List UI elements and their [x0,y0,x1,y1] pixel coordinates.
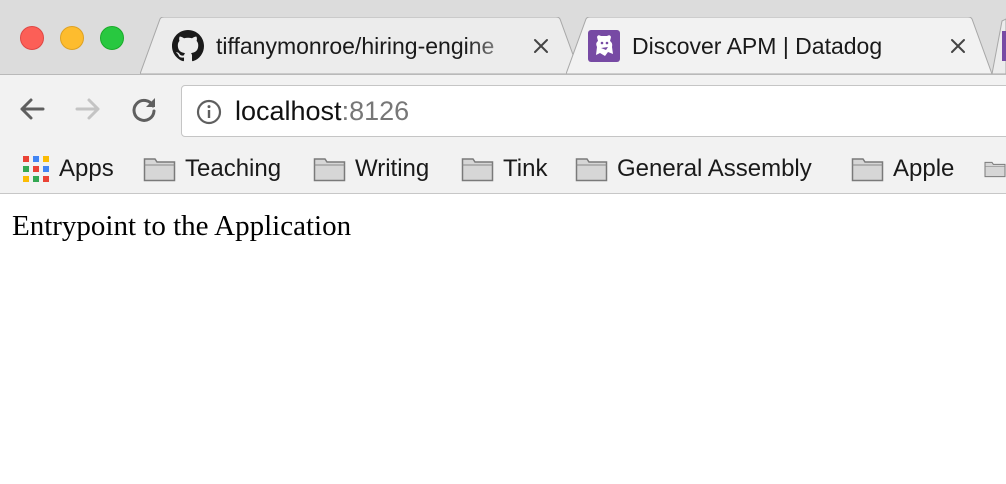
forward-arrow-icon [75,98,100,120]
bookmarks-bar: Apps Teaching Writing Tink General Assem… [0,146,1006,194]
window-maximize-button[interactable] [100,26,124,50]
folder-icon [143,158,176,182]
page-content: Entrypoint to the Application [0,194,1006,484]
address-bar[interactable]: localhost:8126 [181,85,1006,137]
tab-close-button[interactable] [943,31,973,61]
info-icon[interactable] [196,99,222,125]
bookmark-folder-apple[interactable]: Apple [851,150,954,188]
bookmark-label: Apps [59,155,114,182]
url-port: :8126 [341,96,410,126]
folder-icon [575,158,608,182]
bookmark-apps[interactable]: Apps [22,150,114,188]
back-button[interactable] [15,92,49,126]
folder-icon [984,161,1006,178]
forward-button[interactable] [71,92,105,126]
bookmark-label: General Assembly [617,155,812,182]
tab-github[interactable]: tiffanymonroe/hiring-engine [140,17,580,74]
tab-overflow[interactable] [991,17,1006,75]
window-close-button[interactable] [20,26,44,50]
back-arrow-icon [20,98,45,120]
close-icon [951,39,965,53]
reload-button[interactable] [127,92,161,126]
github-icon [172,30,204,62]
bookmark-folder-general-assembly[interactable]: General Assembly [575,150,812,188]
folder-icon [461,158,494,182]
bookmark-folder-writing[interactable]: Writing [313,150,429,188]
bookmark-label: Apple [893,155,955,182]
folder-icon [851,158,884,182]
tab-shape [991,18,1006,75]
close-icon [534,39,548,53]
bookmark-label: Tink [503,155,548,182]
tab-title: Discover APM | Datadog [632,33,883,59]
bookmark-folder-overflow[interactable] [984,150,1006,188]
window-minimize-button[interactable] [60,26,84,50]
bookmark-folder-tink[interactable]: Tink [461,150,547,188]
tab-close-button[interactable] [526,31,556,61]
bookmark-folder-teaching[interactable]: Teaching [143,150,281,188]
apps-grid-icon [23,156,49,182]
tab-datadog[interactable]: Discover APM | Datadog [566,17,992,74]
bookmark-label: Writing [355,155,430,182]
tab-title: tiffanymonroe/hiring-engine [216,33,495,59]
browser-window: tiffanymonroe/hiring-engine Discover APM… [0,0,1006,194]
url-text[interactable]: localhost:8126 [235,94,409,128]
datadog-icon [588,30,620,62]
bookmark-label: Teaching [185,155,282,182]
toolbar: localhost:8126 [0,74,1006,146]
tab-strip: tiffanymonroe/hiring-engine Discover APM… [0,0,1006,75]
page-text: Entrypoint to the Application [12,210,352,242]
url-host: localhost [235,96,342,126]
folder-icon [313,158,346,182]
reload-icon [132,98,156,122]
